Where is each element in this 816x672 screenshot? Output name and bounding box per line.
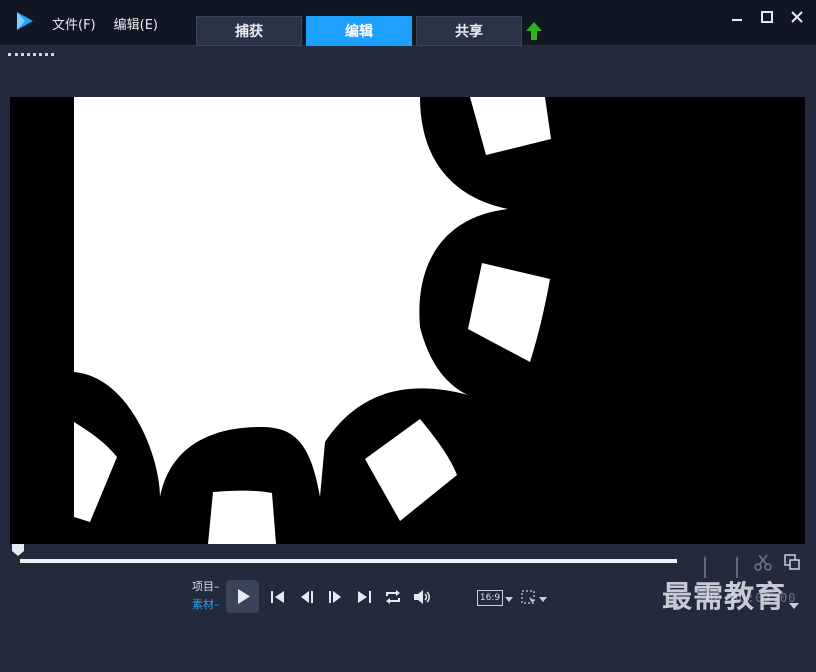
aspect-ratio-dropdown-icon[interactable] — [505, 597, 513, 602]
crop-dropdown-icon[interactable] — [539, 597, 547, 602]
volume-icon[interactable] — [412, 588, 432, 606]
app-logo-icon — [17, 12, 33, 30]
mode-clip[interactable]: 素材– — [192, 596, 220, 614]
tab-share[interactable]: 共享 — [416, 16, 522, 46]
menu-file[interactable]: 文件(F) — [52, 14, 96, 33]
crop-tool-icon[interactable] — [521, 590, 537, 606]
enlarge-preview-icon[interactable] — [784, 554, 800, 570]
title-bar: 文件(F) 编辑(E) 捕获 编辑 共享 — [0, 0, 816, 46]
repeat-icon[interactable] — [383, 588, 403, 606]
workspace-tabs: 捕获 编辑 共享 — [196, 16, 522, 46]
minimize-icon[interactable] — [728, 8, 746, 26]
panel-grip[interactable] — [8, 53, 54, 56]
upload-arrow-icon[interactable] — [524, 20, 544, 42]
preview-frame — [10, 97, 805, 544]
previous-frame-icon[interactable] — [298, 588, 318, 606]
end-icon[interactable] — [354, 588, 374, 606]
aspect-ratio-button[interactable]: 16:9 — [477, 590, 503, 606]
home-icon[interactable] — [268, 588, 288, 606]
menu-edit[interactable]: 编辑(E) — [114, 14, 158, 33]
maximize-icon[interactable] — [758, 8, 776, 26]
tab-edit[interactable]: 编辑 — [306, 16, 412, 46]
tab-capture[interactable]: 捕获 — [196, 16, 302, 46]
scissors-icon[interactable] — [754, 553, 772, 571]
window-controls — [728, 8, 806, 26]
mode-project[interactable]: 项目– — [192, 578, 220, 596]
play-icon — [238, 589, 250, 604]
close-icon[interactable] — [788, 8, 806, 26]
scrubber-track[interactable] — [20, 559, 677, 563]
menu-bar: 文件(F) 编辑(E) — [52, 14, 158, 33]
play-button[interactable] — [226, 580, 259, 613]
preview-window[interactable] — [10, 97, 805, 544]
watermark: 最需教育 — [662, 580, 786, 615]
play-mode-selector: 项目– 素材– — [192, 578, 220, 614]
timecode-dropdown-icon[interactable] — [789, 603, 799, 609]
scrubber-handle-icon[interactable] — [12, 544, 24, 556]
next-frame-icon[interactable] — [324, 588, 344, 606]
